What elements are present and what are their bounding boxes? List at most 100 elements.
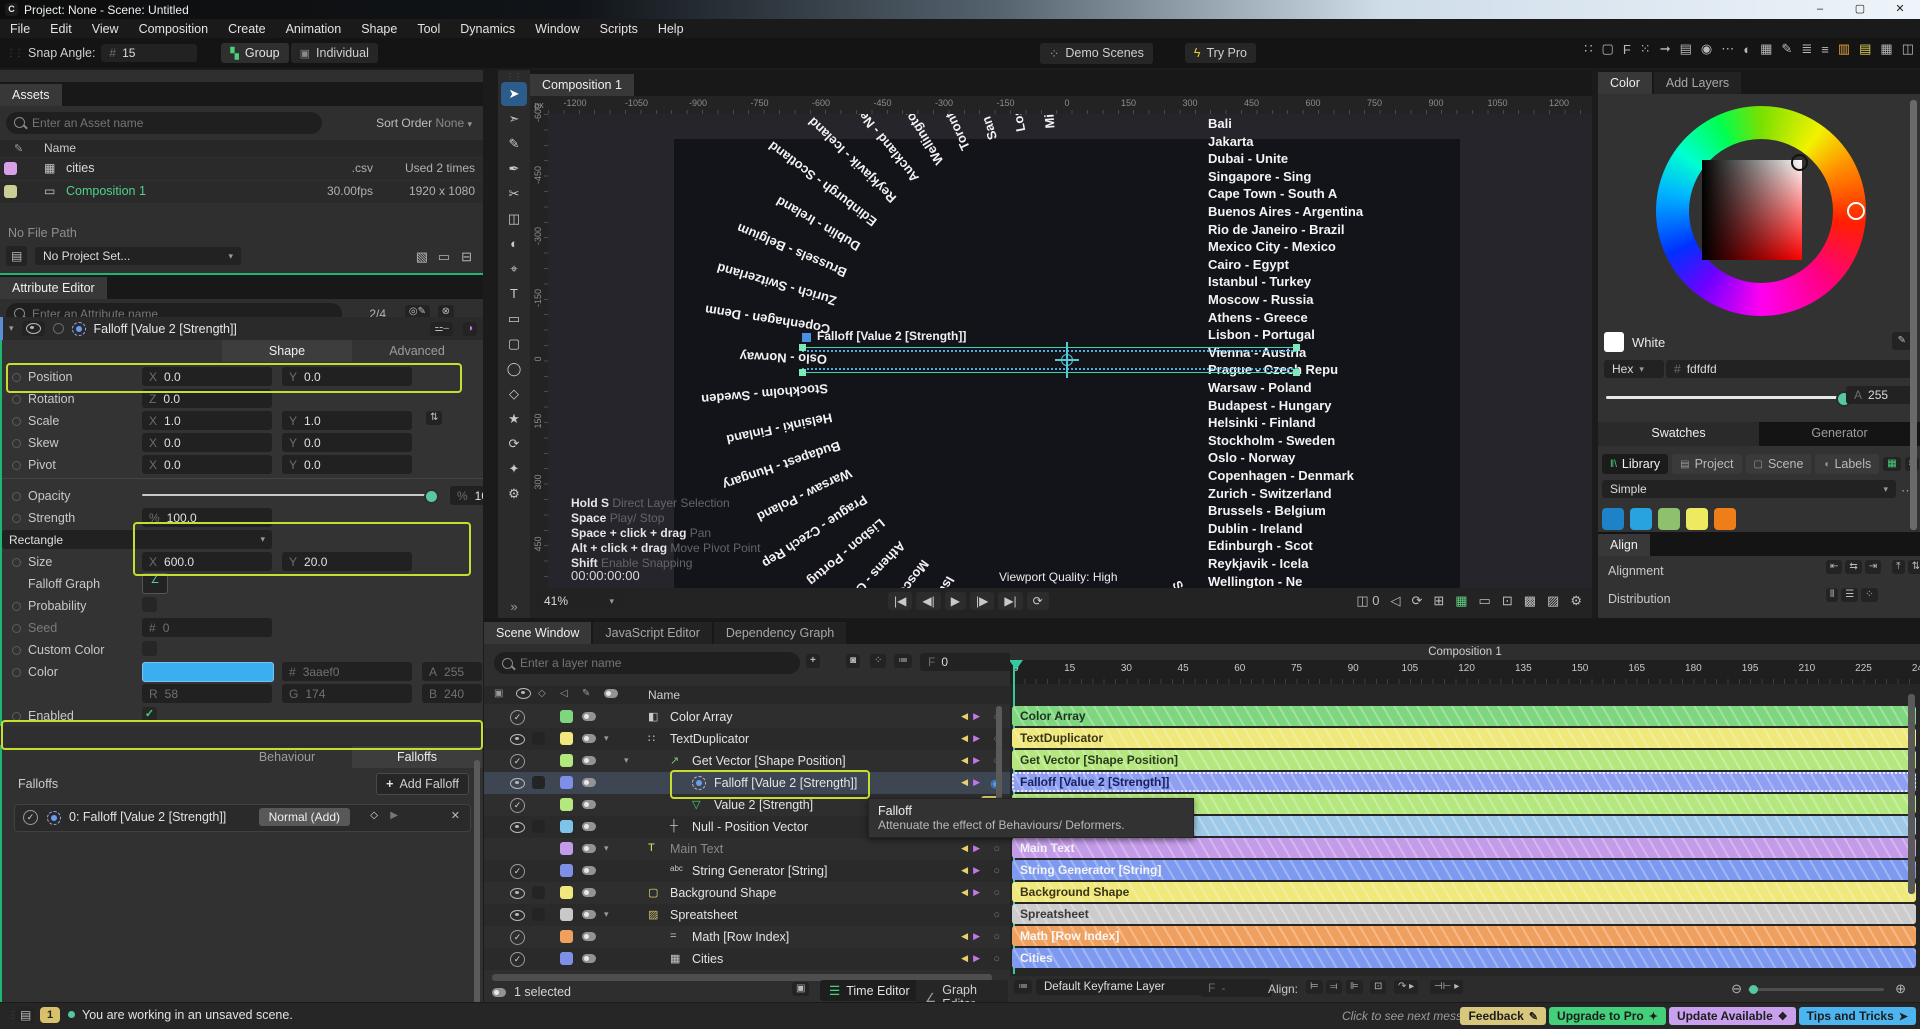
opacity-slider-handle[interactable] [424,489,439,504]
attr-field[interactable]: Y0.0 [282,367,412,386]
layer-row[interactable]: ✓abcString Generator [String]◀▶○ [484,860,1010,882]
update-available-button[interactable]: Update Available❖ [1669,1007,1796,1025]
clip-icon[interactable] [582,822,596,831]
enabled-check-icon[interactable]: ✓ [510,798,525,813]
solo-radio[interactable] [53,323,64,334]
arrow-right-icon[interactable]: ➞ [1660,41,1671,57]
menu-scripts[interactable]: Scripts [590,22,648,36]
clip-icon[interactable] [582,932,596,941]
layer-color-swatch[interactable] [560,842,573,855]
right-panel-scrollbar[interactable] [1910,100,1917,530]
visibility-eye-icon[interactable] [510,734,525,745]
next-keyframe-icon[interactable]: ▶ [973,777,980,788]
menu-shape[interactable]: Shape [351,22,407,36]
camera-tool[interactable]: ◫ [501,207,527,231]
columns-icon[interactable]: ▥ [1838,41,1850,57]
visibility-eye-icon[interactable] [510,910,525,921]
layer-row[interactable]: ▾∷TextDuplicator◀▶○ [484,728,1010,750]
attr-field[interactable]: X0.0 [142,433,272,452]
settings-tool[interactable]: ⚙ [501,482,527,506]
attr-field[interactable]: %100.0 [142,508,272,527]
step-forward-button[interactable]: |▶ [970,592,994,610]
handle[interactable] [1293,369,1300,376]
menu-create[interactable]: Create [218,22,276,36]
enabled-check-icon[interactable]: ✓ [510,710,525,725]
layers-icon[interactable]: ▩ [1524,593,1536,609]
dither-icon[interactable]: ▨ [1547,593,1559,609]
handle[interactable] [1293,344,1300,351]
prev-keyframe-icon[interactable]: ◀ [961,865,968,876]
layer-name[interactable]: Main Text [670,842,723,856]
layer-color-swatch[interactable] [560,820,573,833]
rows-icon[interactable]: ▤ [1859,41,1871,57]
pen-tool[interactable]: ✒ [501,157,527,181]
timeline-bar[interactable]: TextDuplicator [1012,728,1916,748]
globe-tool[interactable]: ◐ [501,232,527,256]
keyframe-layer-select[interactable]: Default Keyframe Layer [1036,979,1202,995]
text-tool[interactable]: T [501,282,527,306]
node-icon[interactable]: ◉ [1701,41,1712,57]
color-mode-select[interactable]: Hex▾ [1604,360,1664,378]
swatch-chip[interactable] [1686,508,1708,530]
layer-name[interactable]: Background Shape [670,886,776,900]
sort-order-select[interactable]: Sort Order None ▾ [376,116,472,130]
lib-tab-library[interactable]: ‖\Library [1602,454,1668,474]
star-tool[interactable]: ★ [501,407,527,431]
layer-name[interactable]: Spreatsheet [670,908,737,922]
tab-behaviour[interactable]: Behaviour [222,746,352,768]
layer-row[interactable]: ✓◧Color Array◀▶○ [484,706,1010,728]
frame-filter-field[interactable]: F0 [920,653,1012,671]
clip-icon[interactable] [582,778,596,787]
demo-scenes-button[interactable]: ⁘ Demo Scenes [1040,43,1153,64]
timeline-scrollbar[interactable] [1908,694,1915,894]
timeline-zoom-handle[interactable] [1749,985,1758,994]
keyframe-dot[interactable] [12,624,21,633]
tools-grip[interactable]: ⋮⋮ [498,70,530,81]
swatch-chip[interactable] [1630,508,1652,530]
falloff-graph-button[interactable]: ∠ [142,573,168,594]
render-camera-icon[interactable]: ◫ 0 [1356,593,1379,609]
filter-circle-icon[interactable]: ◙ [846,654,860,668]
align-button[interactable]: ⇤ [1826,560,1842,574]
project-set-icon[interactable]: ▤ [6,246,27,266]
keyframe-dot[interactable] [12,514,21,523]
alpha-slider-track[interactable] [1606,396,1846,399]
expand-chevron-icon[interactable]: ▾ [604,909,609,920]
timeline-bar[interactable]: Cities [1012,948,1916,968]
lib-tab-labels[interactable]: ◖Labels [1815,454,1879,474]
time-editor-button[interactable]: ☰ Time Editor [820,980,919,1001]
timeline-zoom-track[interactable] [1748,988,1884,991]
monitor-icon[interactable]: ▭ [438,249,450,265]
clip-icon[interactable] [582,954,596,963]
tab-add-layers[interactable]: Add Layers [1654,72,1741,94]
keyframe-dot[interactable] [12,417,21,426]
next-keyframe-icon[interactable]: ▶ [973,953,980,964]
layer-name[interactable]: Get Vector [Shape Position] [692,754,846,768]
scatter-icon[interactable]: ⁙ [1640,41,1651,57]
solo-box[interactable] [532,776,545,789]
asset-row[interactable]: ▦cities.csvUsed 2 times [0,158,483,180]
align-stack-icon[interactable]: ▤ [1680,41,1692,57]
solo-box[interactable] [532,820,545,833]
messages-icon[interactable]: ▤ [16,1007,35,1023]
grid-view-icon[interactable]: ▦ [1883,457,1900,471]
visibility-eye-icon[interactable] [510,778,525,789]
keyframe-dot[interactable] [12,461,21,470]
lib-tab-project[interactable]: ▤Project [1672,454,1741,474]
film-icon[interactable]: ▦ [1760,41,1772,57]
settings-sliders-icon[interactable]: ≔ [894,654,912,668]
menu-animation[interactable]: Animation [276,22,352,36]
prev-keyframe-icon[interactable]: ◀ [961,887,968,898]
vertical-ruler[interactable]: -600-450-300-1500150300450600 [530,114,548,588]
asset-search-input[interactable] [6,112,322,134]
feedback-button[interactable]: Feedback✎ [1460,1007,1546,1025]
rgb-field[interactable]: G174 [282,684,412,703]
play-button[interactable]: ▶ [945,592,966,610]
solo-box[interactable] [532,732,545,745]
keyframe-dot[interactable] [12,558,21,567]
prev-keyframe-icon[interactable]: ◀ [961,711,968,722]
solo-box[interactable] [532,908,545,921]
opacity-slider-track[interactable] [142,494,432,496]
enabled-check-icon[interactable]: ✓ [510,930,525,945]
package-icon[interactable]: ▢ [1602,41,1614,57]
